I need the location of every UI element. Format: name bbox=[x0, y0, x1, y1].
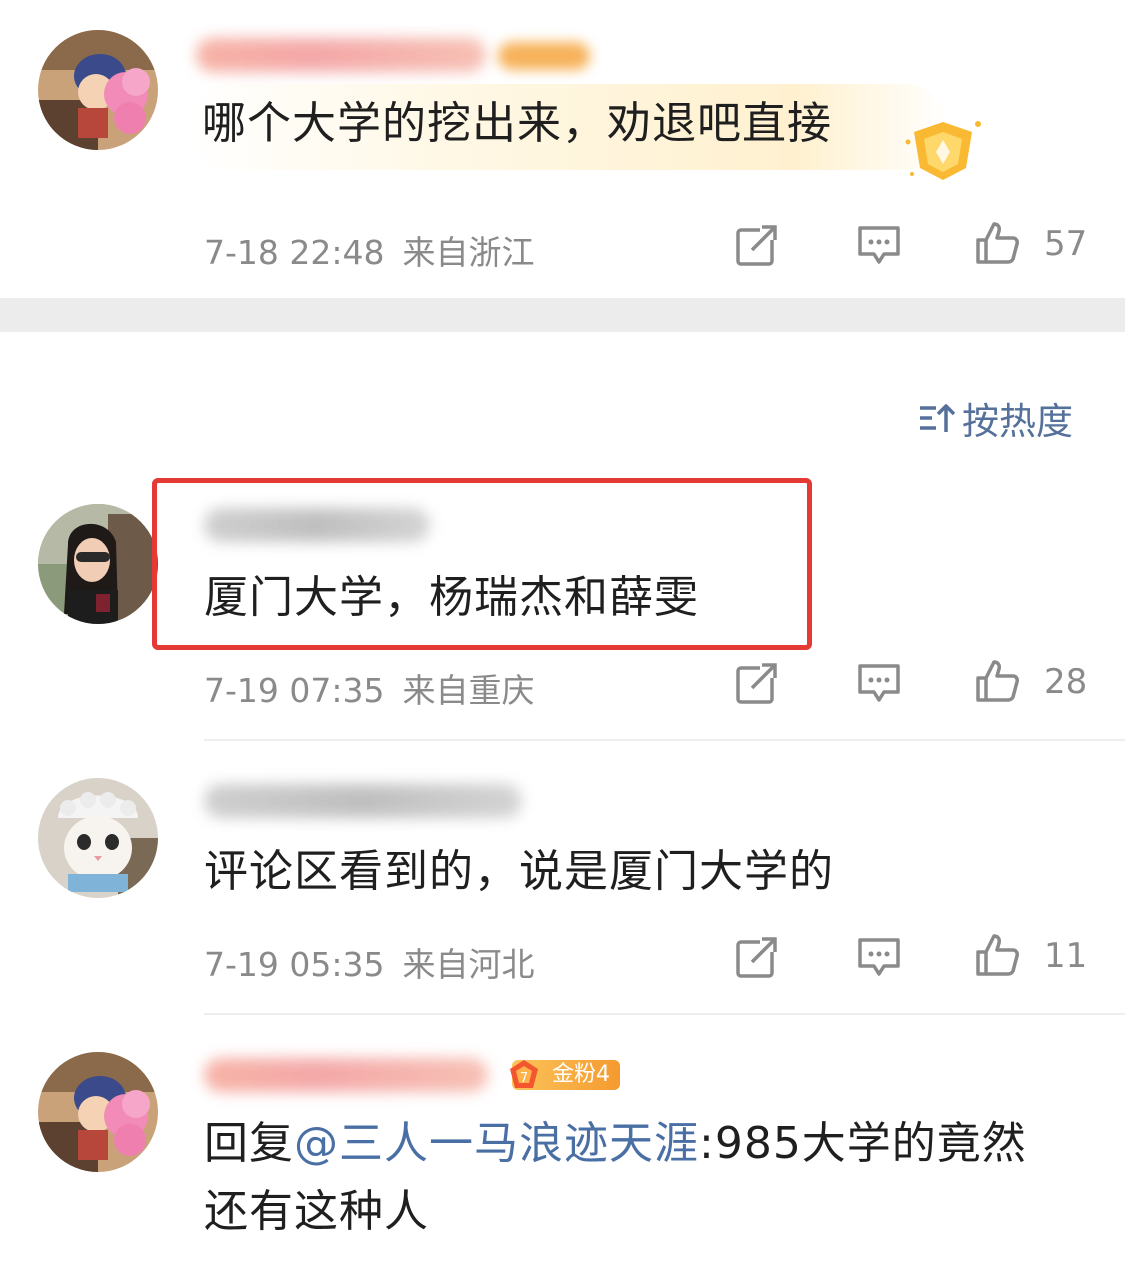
avatar[interactable] bbox=[38, 30, 158, 150]
cartoon-boy-avatar-icon bbox=[38, 30, 158, 150]
reply-button[interactable] bbox=[856, 222, 902, 268]
avatar[interactable] bbox=[38, 1052, 158, 1172]
comment-text: 回复@三人一马浪迹天涯:985大学的竟然 bbox=[204, 1112, 1027, 1176]
comment-text: 哪个大学的挖出来，劝退吧直接 bbox=[202, 98, 832, 149]
username-blurred[interactable] bbox=[204, 1058, 488, 1092]
comment-meta: 7-19 05:35 来自河北 bbox=[204, 938, 535, 986]
share-button[interactable] bbox=[734, 660, 780, 706]
comment-text: 评论区看到的，说是厦门大学的 bbox=[204, 846, 834, 897]
share-icon bbox=[736, 662, 780, 704]
comment-time: 7-19 07:35 bbox=[204, 671, 385, 710]
comment-icon bbox=[858, 938, 900, 976]
reply-text-line1: :985大学的竟然 bbox=[699, 1118, 1027, 1169]
mention-link[interactable]: @三人一马浪迹天涯 bbox=[294, 1118, 699, 1169]
comment-location: 来自重庆 bbox=[402, 671, 535, 710]
share-icon bbox=[736, 936, 780, 978]
medal-icon bbox=[905, 121, 981, 180]
reply-button[interactable] bbox=[856, 660, 902, 706]
avatar[interactable] bbox=[38, 504, 158, 624]
thumbs-up-icon bbox=[976, 660, 1019, 702]
thumbs-up-icon bbox=[976, 222, 1019, 264]
comment-divider bbox=[204, 1013, 1125, 1015]
thumbs-up-icon bbox=[976, 934, 1019, 976]
cartoon-boy-avatar-icon bbox=[38, 1052, 158, 1172]
like-button[interactable] bbox=[974, 658, 1020, 704]
like-button[interactable] bbox=[974, 220, 1020, 266]
like-count: 57 bbox=[1044, 224, 1088, 264]
cat-photo-avatar-icon bbox=[38, 778, 158, 898]
reply-prefix: 回复 bbox=[204, 1118, 294, 1169]
badge-level: 7 bbox=[520, 1071, 528, 1086]
woman-photo-avatar-icon bbox=[38, 504, 158, 624]
highlight-box bbox=[152, 478, 812, 650]
comment-icon bbox=[858, 664, 900, 702]
avatar[interactable] bbox=[38, 778, 158, 898]
section-separator bbox=[0, 298, 1125, 332]
share-button[interactable] bbox=[734, 222, 780, 268]
gem-icon: 7 bbox=[510, 1060, 538, 1088]
share-button[interactable] bbox=[734, 934, 780, 980]
sort-label: 按热度 bbox=[962, 400, 1073, 443]
fan-level-badge: 7 金粉4 bbox=[506, 1058, 620, 1092]
reply-button[interactable] bbox=[856, 934, 902, 980]
comment-meta: 7-18 22:48 来自浙江 bbox=[204, 226, 535, 274]
user-badge-blurred bbox=[498, 42, 590, 70]
comment-time: 7-18 22:48 bbox=[204, 233, 385, 272]
username-blurred[interactable] bbox=[196, 38, 486, 72]
like-button[interactable] bbox=[974, 932, 1020, 978]
comment-meta: 7-19 07:35 来自重庆 bbox=[204, 664, 535, 712]
comment-icon bbox=[858, 226, 900, 264]
sort-icon bbox=[920, 404, 956, 432]
comment-location: 来自河北 bbox=[402, 945, 535, 984]
comment-time: 7-19 05:35 bbox=[204, 945, 385, 984]
like-count: 28 bbox=[1044, 662, 1088, 702]
comment-divider bbox=[204, 739, 1125, 741]
comment-text-line2: 还有这种人 bbox=[204, 1186, 429, 1237]
username-blurred[interactable] bbox=[204, 784, 522, 818]
sort-by-popularity-toggle[interactable]: 按热度 bbox=[916, 390, 1073, 446]
like-count: 11 bbox=[1044, 936, 1088, 976]
comment-location: 来自浙江 bbox=[402, 233, 535, 272]
share-icon bbox=[736, 224, 780, 266]
